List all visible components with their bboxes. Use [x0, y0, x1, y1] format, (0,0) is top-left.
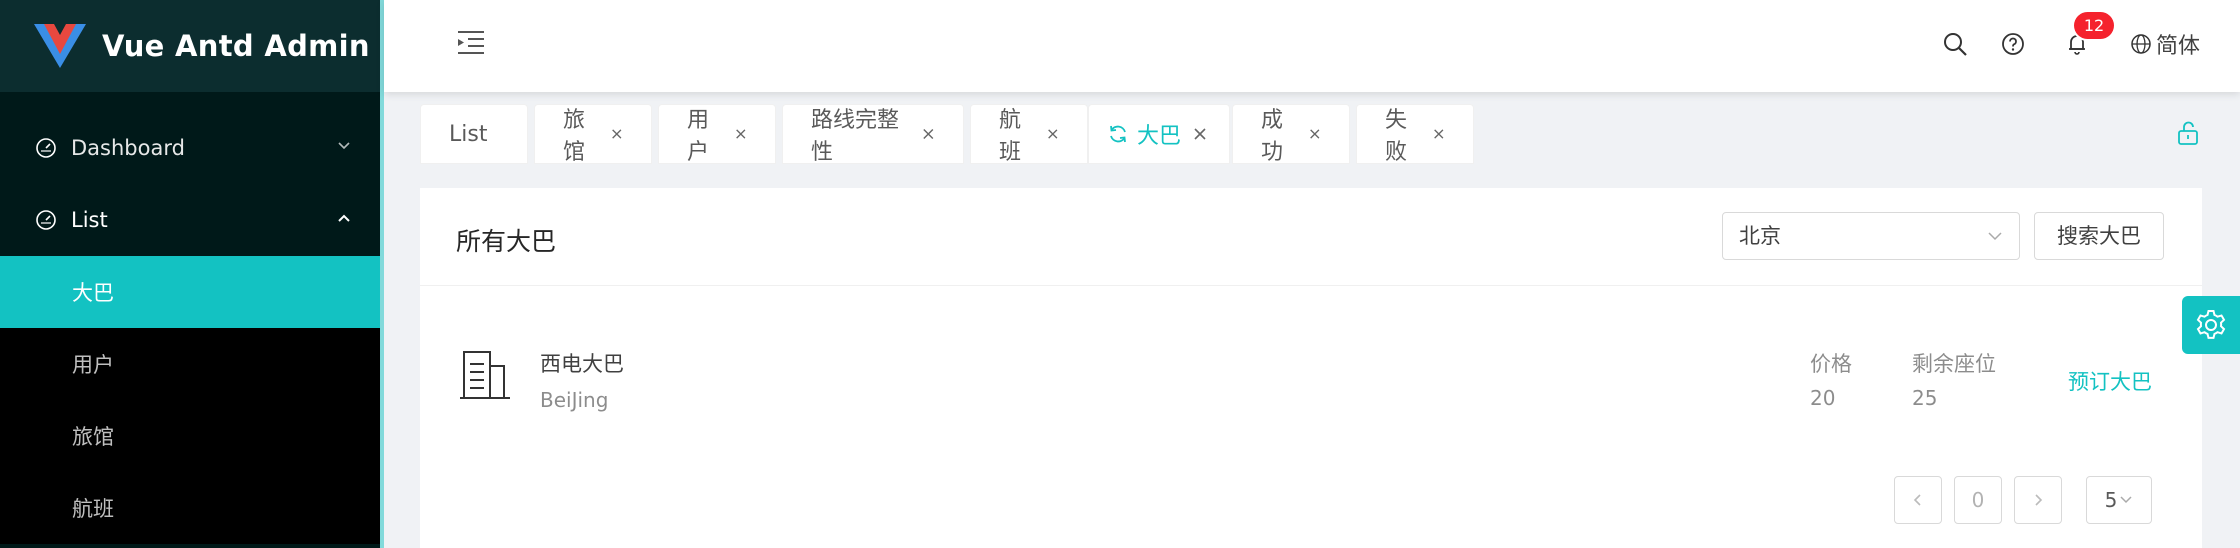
chevron-right-icon [2035, 494, 2043, 506]
notification-badge: 12 [2074, 12, 2114, 39]
globe-icon [2131, 34, 2151, 54]
sidebar-item-label: List [71, 208, 108, 232]
tab-label: 路线完整性 [811, 108, 900, 165]
chevron-left-icon [1913, 494, 1921, 506]
tab-label: 用户 [687, 108, 710, 165]
tab-label: 大巴 [1137, 124, 1182, 149]
tab-label: 失败 [1385, 108, 1408, 165]
tab-flights[interactable]: 航班 [970, 104, 1088, 165]
tab-users[interactable]: 用户 [658, 104, 776, 165]
sidebar-item-label: Dashboard [71, 136, 185, 160]
sidebar-item-label: 旅馆 [72, 425, 114, 449]
chevron-down-icon [1988, 232, 2002, 241]
city-select[interactable]: 北京 [1722, 212, 2020, 260]
close-icon[interactable] [1433, 127, 1445, 141]
next-page-button[interactable] [2014, 476, 2062, 524]
price-label: 价格 [1810, 352, 1852, 376]
tab-label: 航班 [999, 108, 1022, 165]
prev-page-button[interactable] [1894, 476, 1942, 524]
sidebar-item-label: 用户 [72, 353, 114, 377]
page-number[interactable]: 0 [1954, 476, 2002, 524]
seats-label: 剩余座位 [1912, 352, 1996, 376]
chevron-up-icon [338, 214, 350, 222]
tab-label: List [449, 121, 488, 147]
vue-logo-icon [34, 24, 86, 68]
menu-fold-icon[interactable] [456, 28, 486, 58]
settings-drawer-handle[interactable] [2182, 296, 2240, 354]
bus-list-card: 所有大巴 北京 搜索大巴 西电大巴 BeiJing 价格 20 剩余座位 25 … [420, 188, 2202, 548]
bus-name: 西电大巴 [540, 352, 624, 376]
close-icon[interactable] [611, 127, 623, 141]
close-icon[interactable] [1047, 127, 1059, 141]
tab-label: 成功 [1261, 108, 1284, 165]
dashboard-icon [36, 210, 56, 230]
tab-route-integrity[interactable]: 路线完整性 [782, 104, 964, 165]
sidebar-item-label: 航班 [72, 497, 114, 521]
list-item: 西电大巴 BeiJing 价格 20 剩余座位 25 预订大巴 [420, 286, 2202, 436]
page-size-select[interactable]: 5 [2086, 476, 2152, 524]
sidebar-item-users[interactable]: 用户 [0, 328, 380, 400]
tab-success[interactable]: 成功 [1232, 104, 1350, 165]
language-label: 简体 [2156, 34, 2201, 59]
side-menu: Dashboard List 大巴 用户 旅馆 航班 [0, 92, 380, 544]
card-title: 所有大巴 [456, 227, 557, 256]
language-switch[interactable]: 简体 [2130, 28, 2200, 60]
building-icon [460, 351, 510, 399]
price-value: 20 [1810, 386, 1836, 410]
book-bus-link[interactable]: 预订大巴 [2068, 366, 2152, 396]
unlock-icon[interactable] [2176, 120, 2200, 146]
close-icon[interactable] [735, 127, 747, 141]
tab-hotels[interactable]: 旅馆 [534, 104, 652, 165]
search-bus-button[interactable]: 搜索大巴 [2034, 212, 2164, 260]
close-icon[interactable] [922, 127, 935, 141]
dashboard-icon [36, 138, 56, 158]
sidebar-item-dashboard[interactable]: Dashboard [0, 112, 380, 184]
close-icon[interactable] [1309, 127, 1321, 141]
sidebar-item-bus[interactable]: 大巴 [0, 256, 380, 328]
seats-value: 25 [1912, 386, 1938, 410]
card-header: 所有大巴 北京 搜索大巴 [420, 188, 2202, 286]
sidebar-item-list[interactable]: List [0, 184, 380, 256]
sidebar-item-flights[interactable]: 航班 [0, 472, 380, 544]
logo-area[interactable]: Vue Antd Admin [0, 0, 380, 92]
chevron-down-icon [2120, 496, 2132, 504]
tab-bus[interactable]: 大巴 [1088, 104, 1230, 164]
chevron-down-icon [338, 142, 350, 150]
search-icon[interactable] [1942, 31, 1968, 57]
bus-city: BeiJing [540, 388, 609, 412]
sidebar-item-hotels[interactable]: 旅馆 [0, 400, 380, 472]
sidebar: Vue Antd Admin Dashboard List 大巴 用户 旅馆 航… [0, 0, 380, 548]
reload-icon[interactable] [1107, 123, 1129, 145]
city-select-value: 北京 [1739, 224, 1781, 248]
gear-icon [2196, 310, 2226, 339]
tab-label: 旅馆 [563, 108, 586, 165]
app-title: Vue Antd Admin [102, 29, 370, 63]
close-icon[interactable] [1193, 127, 1207, 141]
tab-list[interactable]: List [420, 104, 528, 164]
tab-failure[interactable]: 失败 [1356, 104, 1474, 165]
page-size-value: 5 [2104, 488, 2118, 512]
question-circle-icon[interactable] [2000, 31, 2026, 57]
app-root: Vue Antd Admin Dashboard List 大巴 用户 旅馆 航… [0, 0, 2240, 548]
sidebar-item-label: 大巴 [72, 281, 114, 305]
